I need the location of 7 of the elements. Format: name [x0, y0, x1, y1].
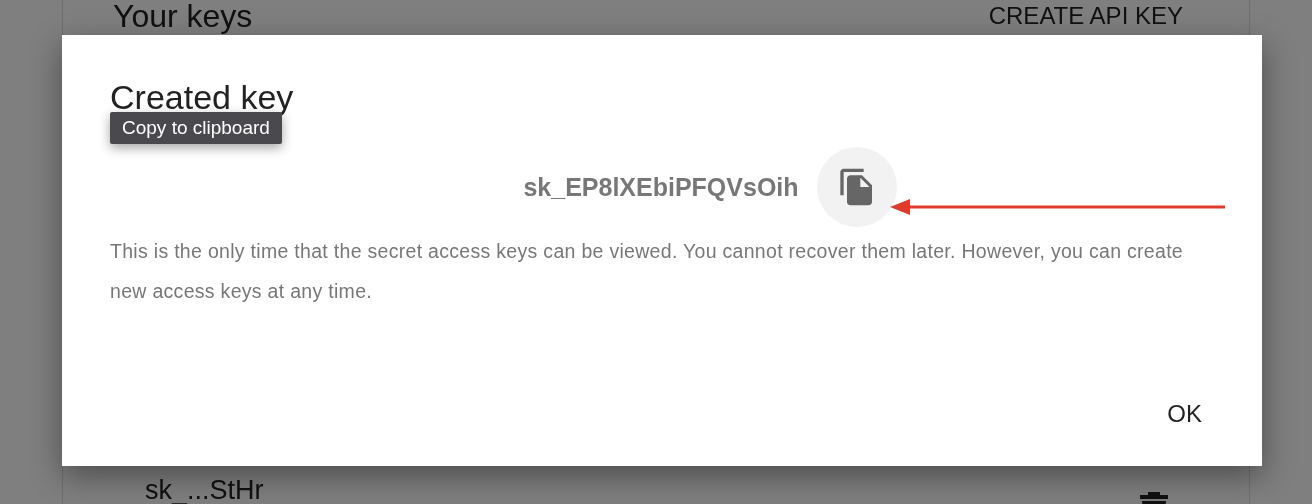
- warning-message: This is the only time that the secret access keys can be viewed. You cannot recover them later. However, you can create new access keys at any time.: [110, 239, 1184, 304]
- ok-button[interactable]: OK: [1147, 392, 1222, 436]
- api-key-text: sk_EP8lXEbiPFQVsOih: [523, 172, 799, 202]
- create-api-key-button[interactable]: CREATE API KEY: [972, 0, 1199, 36]
- key-name: sk_...StHr: [145, 476, 264, 504]
- tooltip: Copy to clipboard: [110, 112, 282, 144]
- page-title: Your keys: [113, 0, 253, 35]
